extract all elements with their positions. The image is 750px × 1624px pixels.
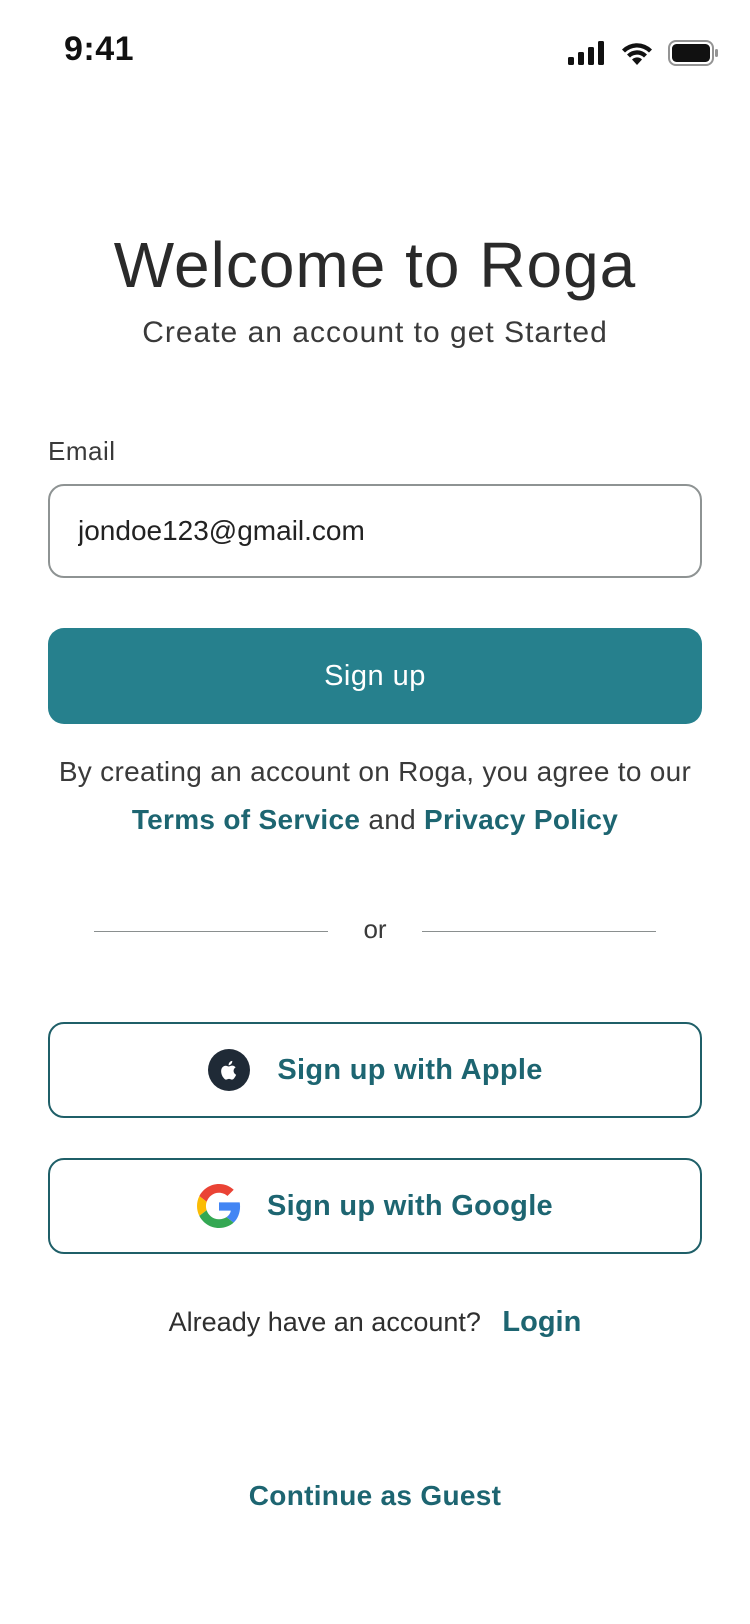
status-time: 9:41 — [64, 30, 135, 68]
apple-icon — [207, 1048, 251, 1092]
status-icons — [568, 40, 720, 71]
divider-text: or — [363, 914, 387, 944]
privacy-policy-link[interactable]: Privacy Policy — [424, 804, 618, 835]
terms-prefix: By creating an account on Roga, you agre… — [58, 756, 692, 787]
terms-text: By creating an account on Roga, you agre… — [40, 748, 710, 844]
status-bar: 9:41 — [0, 0, 750, 100]
cellular-signal-icon — [568, 41, 606, 70]
terms-conjunction: and — [368, 804, 416, 835]
login-link[interactable]: Login — [502, 1306, 581, 1338]
signup-google-button[interactable]: Sign up with Google — [48, 1158, 702, 1254]
terms-of-service-link[interactable]: Terms of Service — [132, 804, 360, 835]
email-label: Email — [48, 436, 116, 466]
page-subtitle: Create an account to get Started — [142, 316, 608, 349]
signup-apple-button[interactable]: Sign up with Apple — [48, 1022, 702, 1118]
signup-apple-label: Sign up with Apple — [277, 1053, 543, 1086]
battery-icon — [668, 40, 720, 71]
login-row: Already have an account? Login — [0, 1306, 750, 1339]
continue-as-guest-link[interactable]: Continue as Guest — [0, 1480, 750, 1512]
page-title: Welcome to Roga — [113, 229, 637, 301]
wifi-icon — [620, 41, 654, 70]
signup-button[interactable]: Sign up — [48, 628, 702, 724]
login-prompt: Already have an account? — [168, 1307, 481, 1337]
email-field[interactable] — [48, 484, 702, 578]
divider-line-right — [422, 931, 656, 932]
google-icon — [196, 1184, 241, 1228]
or-divider: or — [94, 912, 656, 952]
signup-google-label: Sign up with Google — [266, 1189, 553, 1222]
